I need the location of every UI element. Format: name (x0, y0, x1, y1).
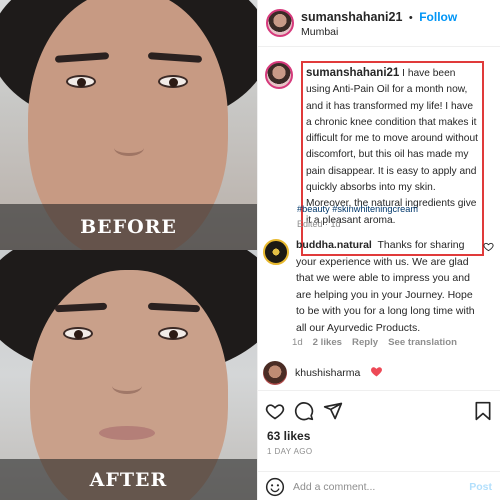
comment-meta: 1d 2 likes Reply See translation (292, 337, 457, 348)
comment-age: 1d (292, 337, 303, 348)
hashtags[interactable]: #beauty #skinwhiteningcream (297, 204, 418, 214)
liker-row: khushisharma (263, 361, 360, 385)
action-icons (265, 401, 343, 421)
left-eye (66, 75, 96, 88)
like-heart-icon[interactable] (265, 401, 285, 421)
commenter-avatar[interactable] (263, 239, 289, 265)
liker-heart-icon (371, 367, 382, 377)
right-eye (158, 327, 188, 340)
header-text: sumanshahani21 • Follow Mumbai (301, 7, 457, 39)
share-send-icon[interactable] (323, 401, 343, 421)
comment-composer: Post (257, 471, 500, 500)
left-eye (63, 327, 93, 340)
comment-body: Thanks for sharing your experience with … (296, 239, 475, 334)
right-eye (158, 75, 188, 88)
after-label: AFTER (89, 468, 168, 491)
liker-username[interactable]: khushisharma (295, 367, 360, 379)
comment-input[interactable] (293, 480, 463, 493)
separator-dot: • (408, 12, 413, 25)
nose (112, 378, 142, 394)
before-photo: BEFORE (0, 0, 257, 250)
comment-text: buddha.natural Thanks for sharing your e… (296, 237, 480, 336)
post-time: 1 DAY AGO (267, 447, 313, 456)
nose (114, 140, 144, 156)
location-link[interactable]: Mumbai (301, 26, 457, 39)
comment-bubble-icon[interactable] (294, 401, 314, 421)
before-caption-bar: BEFORE (0, 204, 257, 250)
lips (99, 426, 155, 440)
post-header: sumanshahani21 • Follow Mumbai (258, 0, 500, 47)
before-label: BEFORE (80, 216, 177, 238)
after-caption-bar: AFTER (0, 459, 257, 500)
post-comment-button[interactable]: Post (469, 481, 492, 493)
author-avatar[interactable] (266, 9, 294, 37)
reply-button[interactable]: Reply (352, 337, 378, 348)
liker-avatar[interactable] (263, 361, 287, 385)
bookmark-icon[interactable] (474, 401, 492, 421)
see-translation-button[interactable]: See translation (388, 337, 457, 348)
follow-button[interactable]: Follow (419, 10, 457, 24)
after-photo: AFTER (0, 250, 257, 500)
commenter-username[interactable]: buddha.natural (296, 239, 372, 251)
author-username[interactable]: sumanshahani21 (301, 10, 402, 24)
edited-label: Edited · 1d (297, 219, 341, 229)
caption-body: I have been using Anti-Pain Oil for a mo… (306, 68, 478, 226)
post-image[interactable]: BEFORE AFTER (0, 0, 257, 500)
caption-avatar[interactable] (265, 61, 293, 89)
caption-username[interactable]: sumanshahani21 (306, 67, 399, 79)
actions-section: 63 likes 1 DAY AGO Post (257, 390, 500, 500)
emoji-smiley-icon[interactable] (265, 477, 285, 497)
likes-count[interactable]: 63 likes (267, 429, 310, 443)
comment-likes-count[interactable]: 2 likes (313, 337, 342, 348)
comment-like-heart-icon[interactable] (483, 241, 494, 252)
